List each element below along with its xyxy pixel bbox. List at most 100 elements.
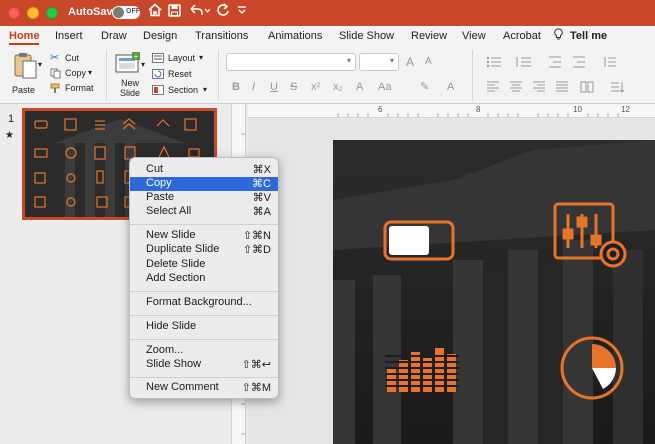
chevron-down-icon: ▾ bbox=[346, 56, 351, 65]
paste-icon bbox=[14, 53, 37, 79]
menu-item-shortcut: ⌘V bbox=[252, 192, 271, 204]
menu-item-select-all[interactable]: Select All ⌘A bbox=[130, 205, 278, 219]
menu-item-slide-show[interactable]: Slide Show ⇧⌘↩ bbox=[130, 358, 278, 372]
minimize-window-button[interactable] bbox=[27, 7, 39, 19]
menu-separator bbox=[130, 315, 278, 316]
menu-item-format-background[interactable]: Format Background... bbox=[130, 296, 278, 310]
increase-indent-icon[interactable] bbox=[572, 56, 586, 68]
menu-item-label: Hide Slide bbox=[146, 320, 197, 332]
powerpoint-window: AutoSave OFF Home Insert Draw Design Tra… bbox=[0, 0, 655, 444]
font-name-dropdown[interactable]: ▾ bbox=[226, 53, 356, 71]
new-slide-dropdown-icon[interactable]: ▾ bbox=[141, 60, 145, 69]
tab-review[interactable]: Review bbox=[411, 30, 447, 42]
section-label: Section bbox=[168, 85, 199, 95]
superscript-icon[interactable]: x² bbox=[311, 81, 320, 93]
menu-item-zoom[interactable]: Zoom... bbox=[130, 344, 278, 358]
font-color-icon[interactable]: A bbox=[447, 81, 454, 93]
subscript-icon[interactable]: x₂ bbox=[333, 81, 343, 93]
menu-item-hide-slide[interactable]: Hide Slide bbox=[130, 320, 278, 334]
section-icon bbox=[152, 85, 164, 95]
undo-icon[interactable] bbox=[188, 3, 211, 23]
tab-tell-me[interactable]: Tell me bbox=[570, 30, 607, 42]
menu-item-delete-slide[interactable]: Delete Slide bbox=[130, 258, 278, 272]
autosave-toggle[interactable]: OFF bbox=[112, 6, 140, 19]
columns-icon[interactable] bbox=[580, 81, 594, 93]
menu-item-new-comment[interactable]: New Comment ⇧⌘M bbox=[130, 381, 278, 395]
bold-icon[interactable]: B bbox=[232, 81, 240, 93]
menu-item-copy[interactable]: Copy ⌘C bbox=[130, 177, 278, 191]
cut-button[interactable]: ✂ Cut bbox=[50, 52, 90, 65]
align-center-icon[interactable] bbox=[509, 81, 523, 93]
highlight-icon[interactable]: ✎ bbox=[420, 80, 429, 93]
line-spacing-icon[interactable] bbox=[603, 56, 617, 68]
decrease-font-icon[interactable]: A bbox=[425, 56, 432, 67]
redo-icon[interactable] bbox=[216, 3, 230, 23]
menu-item-shortcut: ⇧⌘M bbox=[241, 382, 271, 394]
copy-icon bbox=[50, 68, 61, 79]
italic-icon[interactable]: I bbox=[252, 81, 255, 93]
menu-item-label: Copy bbox=[146, 177, 172, 189]
menu-separator bbox=[130, 339, 278, 340]
section-button[interactable]: Section ▾ bbox=[152, 84, 214, 97]
current-slide[interactable] bbox=[333, 140, 655, 444]
format-painter-button[interactable]: Format bbox=[50, 82, 96, 95]
tab-home[interactable]: Home bbox=[9, 30, 40, 42]
text-direction-icon[interactable] bbox=[610, 81, 624, 93]
reset-button[interactable]: Reset bbox=[152, 68, 202, 81]
align-left-icon[interactable] bbox=[486, 81, 500, 93]
ruler-mark: 10 bbox=[573, 105, 582, 114]
tab-acrobat[interactable]: Acrobat bbox=[503, 30, 541, 42]
ribbon-separator bbox=[472, 50, 473, 100]
paste-button[interactable]: Paste bbox=[8, 52, 42, 98]
customize-toolbar-icon[interactable] bbox=[237, 3, 247, 24]
copy-button[interactable]: Copy ▾ bbox=[50, 67, 96, 80]
zoom-window-button[interactable] bbox=[46, 7, 58, 19]
new-slide-button[interactable]: + New Slide bbox=[112, 52, 144, 100]
paste-dropdown-icon[interactable]: ▾ bbox=[38, 60, 42, 69]
layout-button[interactable]: Layout ▾ bbox=[152, 52, 210, 65]
slide-number: 1 bbox=[8, 113, 15, 125]
close-window-button[interactable] bbox=[8, 7, 20, 19]
tab-slide-show[interactable]: Slide Show bbox=[339, 30, 394, 42]
save-icon[interactable] bbox=[168, 3, 181, 23]
text-effects-icon[interactable]: A bbox=[356, 81, 363, 93]
underline-icon[interactable]: U bbox=[270, 81, 278, 93]
home-icon[interactable] bbox=[148, 3, 162, 23]
tab-design[interactable]: Design bbox=[143, 30, 177, 42]
layout-label: Layout bbox=[168, 53, 196, 63]
decrease-indent-icon[interactable] bbox=[548, 56, 562, 68]
justify-icon[interactable] bbox=[555, 81, 569, 93]
tab-animations[interactable]: Animations bbox=[268, 30, 322, 42]
reset-label: Reset bbox=[168, 69, 192, 79]
align-right-icon[interactable] bbox=[532, 81, 546, 93]
menu-separator bbox=[130, 377, 278, 378]
tab-draw[interactable]: Draw bbox=[101, 30, 127, 42]
bullets-icon[interactable] bbox=[486, 56, 502, 68]
title-bar: AutoSave OFF bbox=[0, 0, 655, 26]
menu-item-shortcut: ⌘A bbox=[252, 206, 271, 218]
menu-item-new-slide[interactable]: New Slide ⇧⌘N bbox=[130, 229, 278, 243]
menu-item-paste[interactable]: Paste ⌘V bbox=[130, 191, 278, 205]
chevron-down-icon: ▾ bbox=[389, 56, 394, 65]
menu-item-label: Paste bbox=[146, 191, 175, 203]
menu-item-shortcut: ⌘X bbox=[252, 164, 271, 176]
tab-insert[interactable]: Insert bbox=[55, 30, 83, 42]
menu-item-duplicate-slide[interactable]: Duplicate Slide ⇧⌘D bbox=[130, 243, 278, 257]
tab-view[interactable]: View bbox=[462, 30, 486, 42]
toggle-knob bbox=[113, 7, 124, 18]
menu-item-add-section[interactable]: Add Section bbox=[130, 272, 278, 286]
numbering-icon[interactable] bbox=[516, 56, 532, 68]
menu-item-label: New Slide bbox=[146, 229, 196, 241]
increase-font-icon[interactable]: A bbox=[406, 55, 414, 69]
change-case-icon[interactable]: Aa bbox=[378, 81, 391, 93]
menu-item-cut[interactable]: Cut ⌘X bbox=[130, 163, 278, 177]
ribbon-separator bbox=[106, 50, 107, 100]
menu-item-label: Duplicate Slide bbox=[146, 243, 220, 255]
menu-item-label: New Comment bbox=[146, 381, 219, 393]
tab-transitions[interactable]: Transitions bbox=[195, 30, 248, 42]
format-label: Format bbox=[65, 83, 94, 93]
strikethrough-icon[interactable]: S bbox=[290, 81, 297, 93]
font-size-dropdown[interactable]: ▾ bbox=[359, 53, 399, 71]
menu-item-shortcut: ⇧⌘N bbox=[242, 230, 271, 242]
menu-item-shortcut: ⇧⌘↩ bbox=[241, 359, 271, 371]
